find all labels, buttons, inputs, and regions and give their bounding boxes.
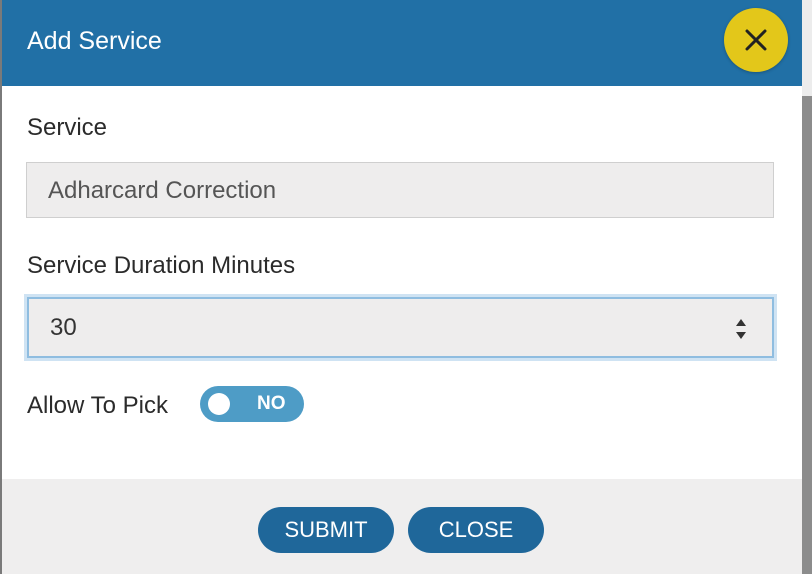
submit-button[interactable]: SUBMIT — [258, 507, 394, 553]
number-spinner-icon[interactable] — [734, 318, 748, 340]
modal-footer: SUBMIT CLOSE — [2, 479, 802, 574]
allow-pick-label: Allow To Pick — [27, 392, 168, 419]
page-backdrop — [802, 0, 812, 574]
modal-title: Add Service — [27, 27, 162, 55]
duration-input[interactable]: 30 — [27, 297, 774, 358]
backdrop-header-edge — [802, 0, 812, 96]
toggle-knob — [208, 393, 230, 415]
toggle-state-text: NO — [257, 393, 286, 414]
close-icon — [745, 29, 767, 51]
add-service-modal: Add Service Service Adharcard Correction… — [2, 0, 802, 574]
service-field[interactable]: Adharcard Correction — [26, 162, 774, 218]
modal-header: Add Service — [2, 0, 802, 86]
duration-label: Service Duration Minutes — [27, 252, 296, 279]
allow-pick-toggle[interactable]: NO — [200, 386, 304, 422]
close-button[interactable]: CLOSE — [408, 507, 544, 553]
close-modal-button[interactable] — [724, 8, 788, 72]
service-label: Service — [27, 114, 108, 141]
duration-value: 30 — [50, 314, 77, 341]
